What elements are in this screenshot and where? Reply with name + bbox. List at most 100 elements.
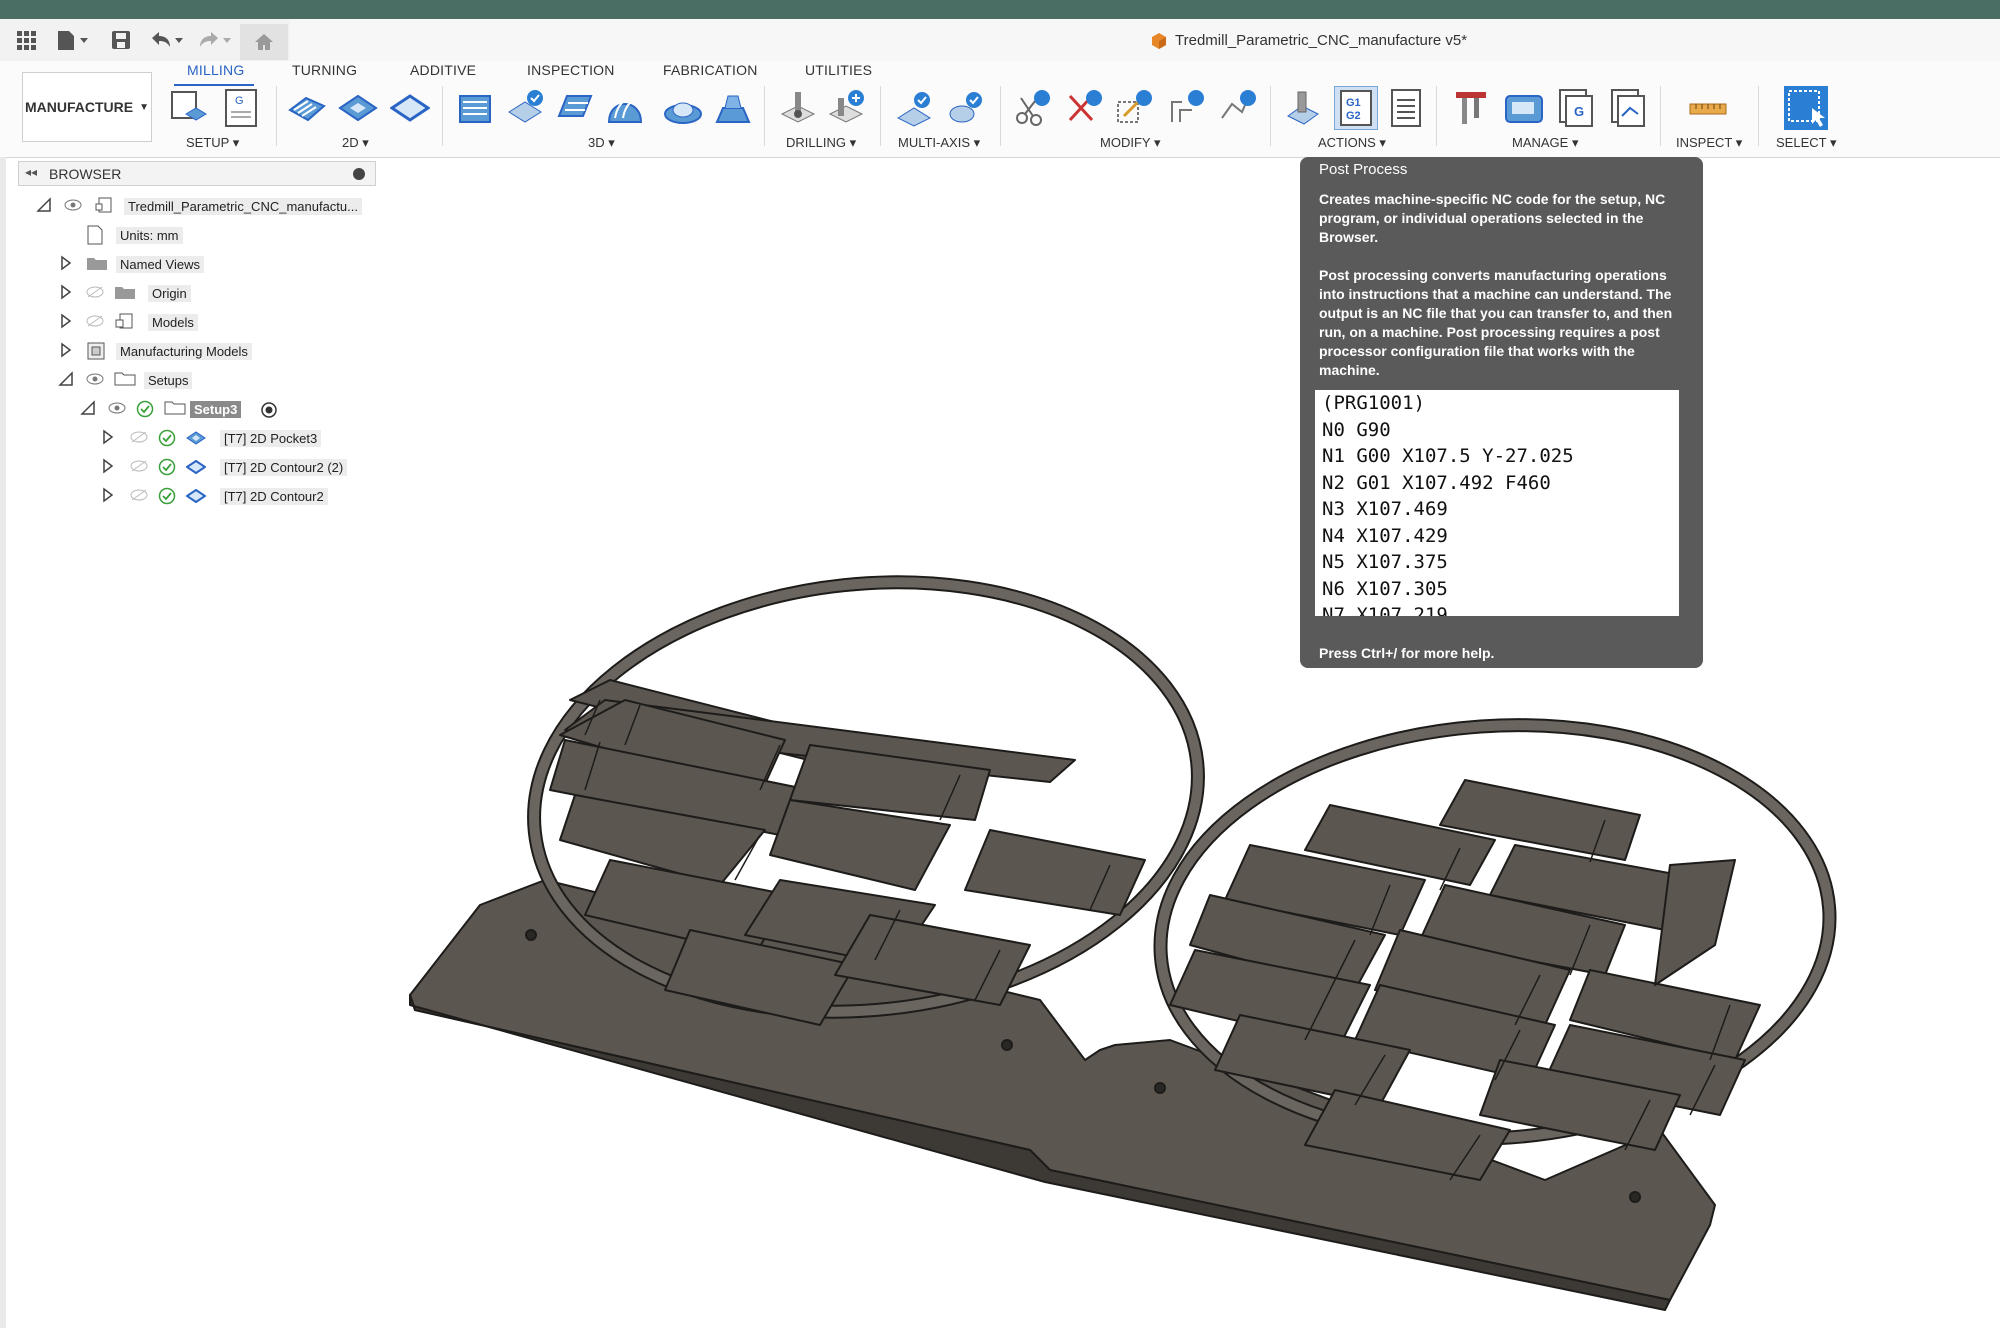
select-icon[interactable] <box>1784 86 1828 130</box>
delete-toolpath-icon[interactable] <box>1064 88 1104 128</box>
group-drilling-label[interactable]: DRILLING ▾ <box>786 135 856 151</box>
3d-contour-icon[interactable] <box>555 88 595 128</box>
nc-code-line: N6 X107.305 <box>1322 577 1448 600</box>
file-icon[interactable] <box>55 29 89 56</box>
new-setup-icon[interactable] <box>170 88 210 128</box>
collapse-triangle-icon[interactable] <box>80 400 96 419</box>
undo-icon[interactable] <box>148 29 184 56</box>
expand-triangle-icon[interactable] <box>60 284 72 303</box>
divider <box>276 86 277 146</box>
expand-triangle-icon[interactable] <box>60 342 72 361</box>
drill-icon[interactable] <box>778 88 818 128</box>
group-modify-label[interactable]: MODIFY ▾ <box>1100 135 1160 151</box>
operation-label: [T7] 2D Pocket3 <box>220 430 322 447</box>
tab-fabrication[interactable]: FABRICATION <box>663 62 758 78</box>
browser-root-label: Tredmill_Parametric_CNC_manufactu... <box>124 198 362 215</box>
group-manage-label[interactable]: MANAGE ▾ <box>1512 135 1578 151</box>
folder-icon <box>86 255 108 274</box>
svg-text:G1: G1 <box>1346 97 1361 109</box>
eye-hidden-icon[interactable] <box>86 285 104 302</box>
active-tab-indicator <box>174 84 254 86</box>
2d-adaptive-icon[interactable] <box>286 88 326 128</box>
edit-points-icon[interactable] <box>1218 88 1258 128</box>
swarf-icon[interactable] <box>946 88 986 128</box>
document-title-text: Tredmill_Parametric_CNC_manufacture v5* <box>1175 32 1468 49</box>
document-title[interactable]: Tredmill_Parametric_CNC_manufacture v5* <box>1152 32 1468 49</box>
workspace-switcher[interactable]: MANUFACTURE ▼ <box>22 72 152 142</box>
3d-steep-shallow-icon[interactable] <box>713 88 753 128</box>
status-ok-icon <box>158 429 176 450</box>
2d-pocket-icon[interactable] <box>338 88 378 128</box>
group-setup-label[interactable]: SETUP ▾ <box>186 135 239 151</box>
3d-pocket-icon[interactable] <box>505 88 545 128</box>
eye-icon[interactable] <box>108 401 126 418</box>
move-toolpath-icon[interactable] <box>1114 88 1154 128</box>
browser-pin-icon[interactable] <box>353 168 365 180</box>
group-multiaxis-label[interactable]: MULTI-AXIS ▾ <box>898 135 980 151</box>
group-2d-label[interactable]: 2D ▾ <box>342 135 369 151</box>
3d-parallel-icon[interactable] <box>605 88 645 128</box>
svg-text:G2: G2 <box>1346 110 1361 122</box>
named-views-label: Named Views <box>116 256 204 273</box>
expand-triangle-icon[interactable] <box>60 255 72 274</box>
divider <box>880 86 881 146</box>
multiaxis-contour-icon[interactable] <box>894 88 934 128</box>
nc-code-line: N5 X107.375 <box>1322 551 1448 573</box>
save-icon[interactable] <box>110 29 132 56</box>
svg-text:G: G <box>1574 104 1584 119</box>
3d-adaptive-icon[interactable] <box>455 88 495 128</box>
home-tab[interactable] <box>240 24 288 60</box>
tooltip-help-hint: Press Ctrl+/ for more help. <box>1319 645 1495 661</box>
grid-icon[interactable] <box>15 29 37 56</box>
machine-library-icon[interactable] <box>1504 88 1544 128</box>
tab-utilities[interactable]: UTILITIES <box>805 62 872 78</box>
browser-header: ◂◂ BROWSER <box>18 161 376 186</box>
nc-code-line: N0 G90 <box>1322 418 1391 441</box>
group-actions-label[interactable]: ACTIONS ▾ <box>1318 135 1386 151</box>
group-inspect-label[interactable]: INSPECT ▾ <box>1676 135 1742 151</box>
nc-program-icon[interactable]: G <box>222 88 262 128</box>
2d-pocket-icon <box>186 429 206 450</box>
2d-contour-icon[interactable] <box>389 88 431 128</box>
eye-icon[interactable] <box>64 198 82 215</box>
document-icon <box>86 225 104 248</box>
group-3d-label[interactable]: 3D ▾ <box>588 135 615 151</box>
collapse-triangle-icon[interactable] <box>36 197 52 216</box>
document-component-icon <box>94 196 114 217</box>
nc-code-preview: (PRG1001) N0 G90 N1 G00 X107.5 Y-27.025 … <box>1315 390 1679 616</box>
group-select-label[interactable]: SELECT ▾ <box>1776 135 1836 151</box>
browser-title: BROWSER <box>49 166 122 182</box>
divider <box>1000 86 1001 146</box>
tab-turning[interactable]: TURNING <box>292 62 357 78</box>
template-library-icon[interactable] <box>1608 88 1648 128</box>
redo-icon[interactable] <box>196 29 232 56</box>
pattern-icon[interactable] <box>1166 88 1206 128</box>
tab-additive[interactable]: ADDITIVE <box>410 62 476 78</box>
tooltip-title: Post Process <box>1319 161 1408 178</box>
trim-toolpath-icon[interactable] <box>1012 88 1052 128</box>
3d-scallop-icon[interactable] <box>663 88 703 128</box>
tab-milling[interactable]: MILLING <box>187 62 244 78</box>
eye-icon[interactable] <box>86 372 104 389</box>
divider <box>1270 86 1271 146</box>
expand-triangle-icon[interactable] <box>102 458 114 477</box>
eye-hidden-icon[interactable] <box>130 430 148 447</box>
tool-library-icon[interactable] <box>1452 88 1492 128</box>
collapse-browser-icon[interactable]: ◂◂ <box>25 165 37 179</box>
quick-access-toolbar <box>0 19 290 61</box>
folder-icon <box>114 284 136 303</box>
post-process-icon[interactable]: G1 G2 <box>1334 86 1378 130</box>
hole-recognition-icon[interactable] <box>826 88 866 128</box>
setup-sheet-icon[interactable] <box>1386 88 1426 128</box>
expand-triangle-icon[interactable] <box>60 313 72 332</box>
eye-hidden-icon[interactable] <box>130 459 148 476</box>
post-library-icon[interactable]: G <box>1556 88 1596 128</box>
simulate-icon[interactable] <box>1284 88 1324 128</box>
tab-inspection[interactable]: INSPECTION <box>527 62 615 78</box>
measure-icon[interactable] <box>1688 88 1728 128</box>
eye-hidden-icon[interactable] <box>86 314 104 331</box>
nc-code-line: N3 X107.469 <box>1322 498 1448 520</box>
collapse-triangle-icon[interactable] <box>58 371 74 390</box>
expand-triangle-icon[interactable] <box>102 429 114 448</box>
activate-radio-icon[interactable] <box>260 401 278 422</box>
